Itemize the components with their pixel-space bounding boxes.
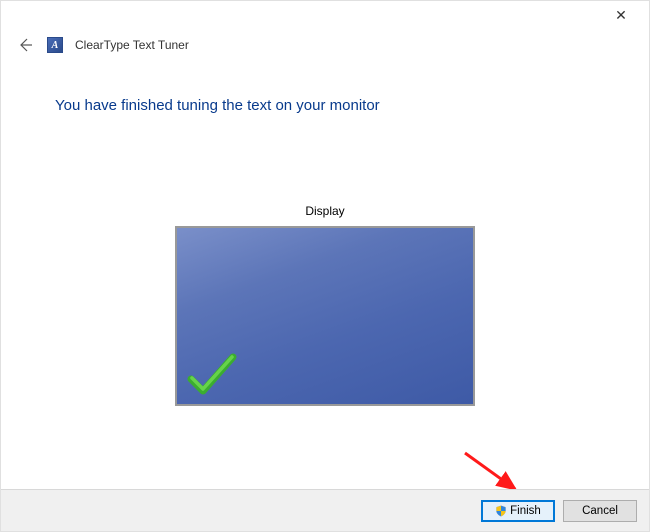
dialog-window: ✕ A ClearType Text Tuner You have finish… <box>0 0 650 532</box>
cancel-button-label: Cancel <box>582 505 618 517</box>
page-headline: You have finished tuning the text on you… <box>55 97 649 114</box>
finish-button-label: Finish <box>510 505 541 517</box>
app-icon: A <box>47 37 63 53</box>
cancel-button[interactable]: Cancel <box>563 500 637 522</box>
close-button[interactable]: ✕ <box>601 3 641 27</box>
close-icon: ✕ <box>615 7 627 24</box>
back-button[interactable] <box>15 35 35 55</box>
button-bar: Finish Cancel <box>1 489 649 531</box>
display-area: Display <box>1 204 649 406</box>
finish-button[interactable]: Finish <box>481 500 555 522</box>
checkmark-icon <box>187 353 237 398</box>
titlebar: ✕ <box>1 1 649 29</box>
monitor-preview <box>175 226 475 406</box>
display-label: Display <box>1 204 649 218</box>
window-title: ClearType Text Tuner <box>75 38 189 52</box>
header-row: A ClearType Text Tuner <box>1 29 649 55</box>
shield-icon <box>495 505 507 517</box>
back-arrow-icon <box>17 37 33 53</box>
app-icon-letter: A <box>52 40 59 51</box>
